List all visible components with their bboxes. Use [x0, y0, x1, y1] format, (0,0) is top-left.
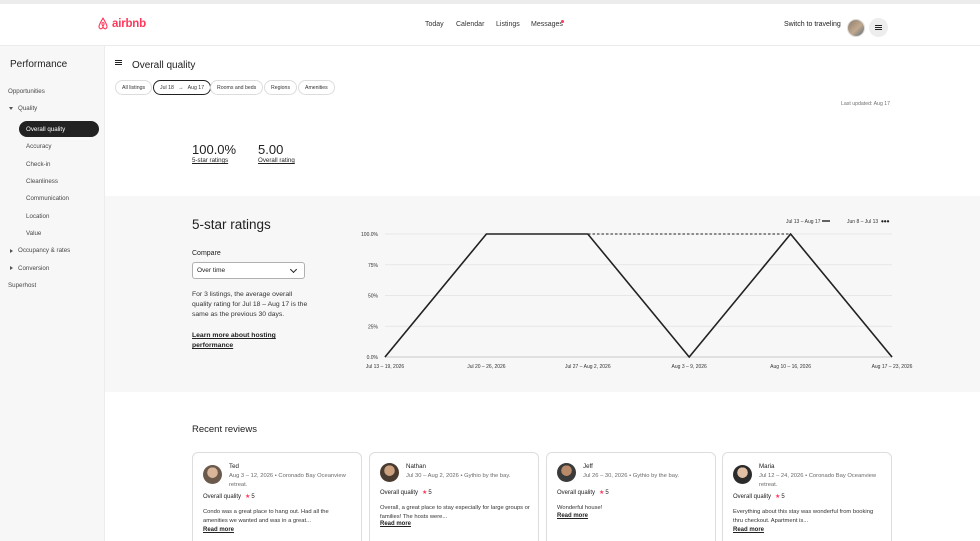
avatar [733, 465, 752, 484]
rating-label: Overall quality [557, 490, 596, 496]
review-text: Condo was a great place to hang out. Had… [203, 509, 329, 524]
review-meta: Jul 26 – 30, 2026 • Gythio by the bay. [583, 473, 680, 479]
y-tick-label: 0.0% [367, 355, 379, 361]
rating-score: 5 [251, 494, 255, 500]
review-text: Overall, a great place to stay especiall… [380, 505, 530, 520]
rating-label: Overall quality [380, 490, 419, 496]
x-tick-label: Aug 17 – 23, 2026 [872, 364, 913, 370]
y-tick-label: 50% [368, 294, 379, 300]
reviewer-name: Ted [229, 463, 239, 470]
review-meta: Jul 30 – Aug 2, 2026 • Gythio by the bay… [406, 473, 511, 479]
star-icon: ★ [775, 494, 781, 500]
star-icon: ★ [599, 490, 605, 496]
rating-label: Overall quality [203, 494, 242, 500]
review-rating: Overall quality ★5 [380, 489, 432, 496]
y-tick-label: 25% [368, 324, 379, 330]
avatar [203, 465, 222, 484]
review-text: Everything about this stay was wonderful… [733, 509, 874, 524]
reviewer-name: Maria [759, 463, 775, 470]
reviewer-name: Jeff [583, 463, 593, 470]
x-tick-label: Jul 27 – Aug 2, 2026 [565, 364, 611, 370]
read-more-link[interactable]: Read more [203, 527, 234, 533]
review-rating: Overall quality ★5 [203, 493, 255, 500]
y-tick-label: 100.0% [361, 232, 379, 238]
x-tick-label: Aug 10 – 16, 2026 [770, 364, 811, 370]
rating-score: 5 [781, 494, 785, 500]
reviewer-name: Nathan [406, 463, 426, 470]
read-more-link[interactable]: Read more [380, 521, 411, 527]
legend-label-current: Jul 13 – Aug 17 [786, 219, 821, 225]
star-icon: ★ [245, 494, 251, 500]
x-tick-label: Jul 13 – 19, 2026 [366, 364, 405, 370]
review-meta: Jul 12 – 24, 2026 • Coronado Bay Oceanvi… [759, 473, 877, 488]
read-more-link[interactable]: Read more [733, 527, 764, 533]
review-rating: Overall quality ★5 [733, 493, 785, 500]
avatar [557, 463, 576, 482]
more-options-icon: ••• [881, 217, 890, 226]
read-more-link[interactable]: Read more [557, 513, 588, 519]
y-tick-label: 75% [368, 263, 379, 269]
rating-score: 5 [428, 490, 432, 496]
rating-score: 5 [605, 490, 609, 496]
review-card[interactable]: Maria Jul 12 – 24, 2026 • Coronado Bay O… [722, 452, 892, 541]
review-rating: Overall quality ★5 [557, 489, 609, 496]
review-card[interactable]: Nathan Jul 30 – Aug 2, 2026 • Gythio by … [369, 452, 539, 541]
review-meta: Aug 3 – 12, 2026 • Coronado Bay Oceanvie… [229, 473, 346, 488]
reviews-title: Recent reviews [192, 424, 257, 435]
legend-label-previous: Jun 8 – Jul 13 [847, 219, 878, 225]
review-card[interactable]: Jeff Jul 26 – 30, 2026 • Gythio by the b… [546, 452, 716, 541]
x-tick-label: Aug 3 – 9, 2026 [672, 364, 708, 370]
review-card[interactable]: Ted Aug 3 – 12, 2026 • Coronado Bay Ocea… [192, 452, 362, 541]
review-text: Wonderful house! [557, 505, 603, 511]
x-tick-label: Jul 20 – 26, 2026 [467, 364, 506, 370]
rating-label: Overall quality [733, 494, 772, 500]
star-icon: ★ [422, 490, 428, 496]
avatar [380, 463, 399, 482]
